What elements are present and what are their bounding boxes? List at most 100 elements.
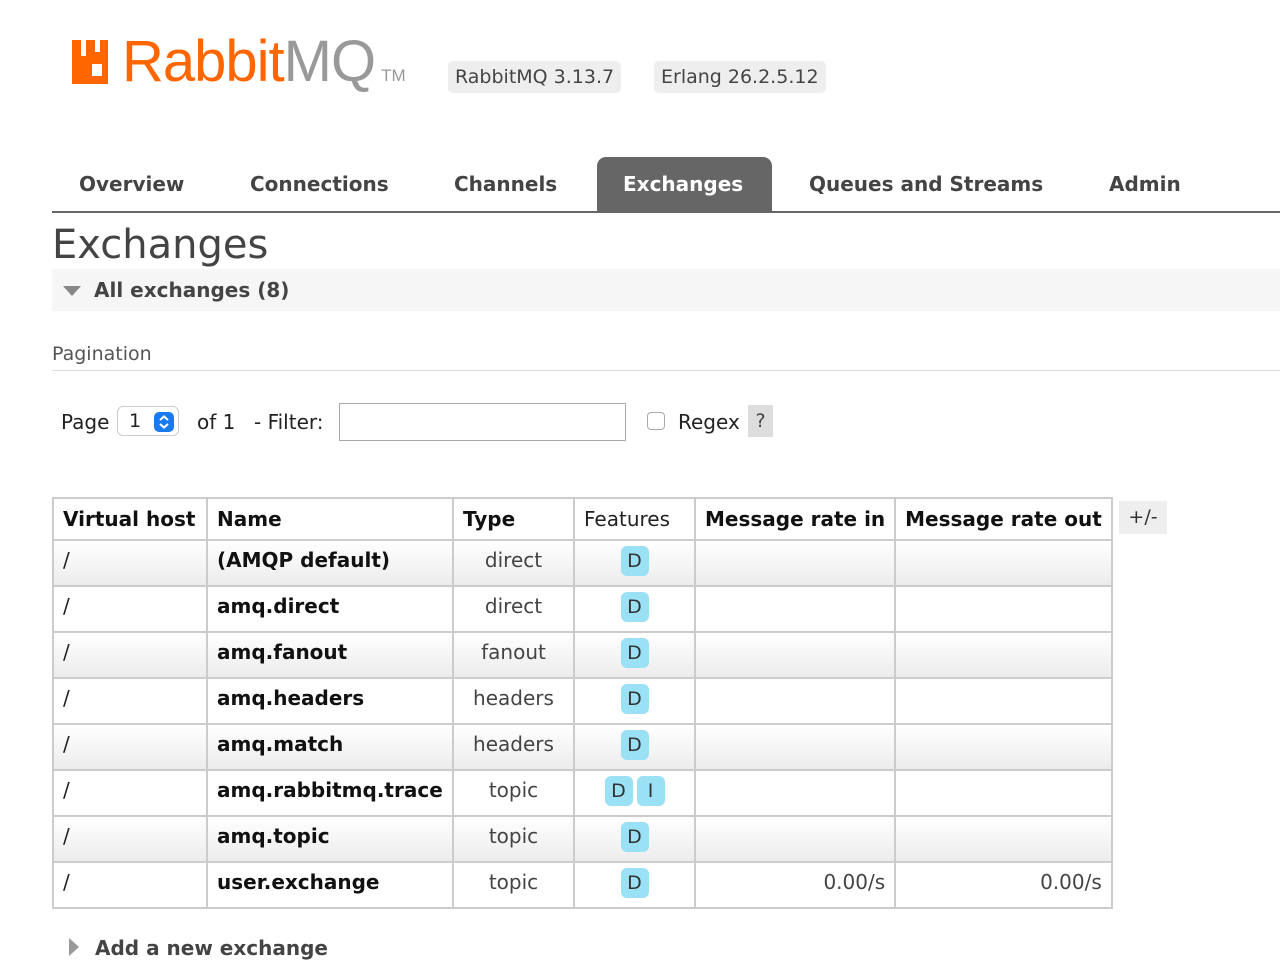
tab-queues-and-streams[interactable]: Queues and Streams xyxy=(783,157,1069,211)
exchange-name-link[interactable]: user.exchange xyxy=(206,861,454,909)
cell-features: D xyxy=(573,585,696,633)
cell-rate-in xyxy=(693,677,897,725)
exchange-name-link[interactable]: amq.topic xyxy=(206,815,454,863)
feature-badge-durable: D xyxy=(620,546,649,576)
column-header-name[interactable]: Name xyxy=(206,497,454,541)
rabbitmq-logo-icon xyxy=(72,40,108,84)
cell-vhost: / xyxy=(52,861,208,909)
cell-vhost: / xyxy=(52,723,208,771)
cell-rate-out xyxy=(894,677,1113,725)
column-header-type[interactable]: Type xyxy=(452,497,575,541)
feature-badge-durable: D xyxy=(620,638,649,668)
select-stepper-icon xyxy=(154,412,174,432)
feature-badge-durable: D xyxy=(620,822,649,852)
pagination-divider xyxy=(52,370,1280,371)
cell-rate-out xyxy=(894,815,1113,863)
feature-badge-internal: I xyxy=(636,776,665,806)
cell-vhost: / xyxy=(52,815,208,863)
exchange-name-link[interactable]: amq.headers xyxy=(206,677,454,725)
table-row[interactable]: / (AMQP default) direct D xyxy=(52,539,1113,587)
tab-exchanges[interactable]: Exchanges xyxy=(597,157,772,211)
cell-rate-out xyxy=(894,539,1113,587)
cell-vhost: / xyxy=(52,585,208,633)
filter-input[interactable] xyxy=(339,403,626,441)
feature-badge-durable: D xyxy=(620,592,649,622)
cell-features: D xyxy=(573,861,696,909)
cell-rate-out xyxy=(894,769,1113,817)
cell-type: topic xyxy=(452,815,575,863)
cell-type: topic xyxy=(452,861,575,909)
cell-type: headers xyxy=(452,723,575,771)
feature-badge-durable: D xyxy=(620,684,649,714)
cell-type: headers xyxy=(452,677,575,725)
table-row[interactable]: / amq.headers headers D xyxy=(52,677,1113,725)
cell-vhost: / xyxy=(52,631,208,679)
cell-rate-in xyxy=(693,815,897,863)
collapse-triangle-icon[interactable] xyxy=(63,286,81,296)
cell-rate-in xyxy=(693,723,897,771)
expand-triangle-icon[interactable] xyxy=(69,938,79,956)
cell-rate-in xyxy=(693,539,897,587)
cell-features: D xyxy=(573,815,696,863)
tab-admin[interactable]: Admin xyxy=(1083,157,1207,211)
cell-features: D xyxy=(573,723,696,771)
exchanges-table: Virtual host Name Type Features Message … xyxy=(52,497,1113,909)
table-header-row: Virtual host Name Type Features Message … xyxy=(52,497,1113,541)
cell-type: fanout xyxy=(452,631,575,679)
cell-type: topic xyxy=(452,769,575,817)
column-toggle-button[interactable]: +/- xyxy=(1119,501,1167,534)
exchange-name-link[interactable]: (AMQP default) xyxy=(206,539,454,587)
cell-features: D xyxy=(573,631,696,679)
exchange-name-link[interactable]: amq.direct xyxy=(206,585,454,633)
exchange-name-link[interactable]: amq.match xyxy=(206,723,454,771)
logo-text-rabbit: Rabbit xyxy=(122,29,285,94)
table-row[interactable]: / amq.direct direct D xyxy=(52,585,1113,633)
filter-label: - Filter: xyxy=(254,410,324,434)
page-select[interactable]: 1 xyxy=(117,406,179,436)
cell-vhost: / xyxy=(52,677,208,725)
cell-rate-out xyxy=(894,585,1113,633)
regex-help-button[interactable]: ? xyxy=(748,405,773,437)
rabbitmq-version-badge: RabbitMQ 3.13.7 xyxy=(448,61,622,93)
exchange-name-link[interactable]: amq.rabbitmq.trace xyxy=(206,769,454,817)
regex-checkbox[interactable] xyxy=(647,412,665,430)
cell-type: direct xyxy=(452,539,575,587)
cell-type: direct xyxy=(452,585,575,633)
table-row[interactable]: / amq.rabbitmq.trace topic DI xyxy=(52,769,1113,817)
cell-features: D xyxy=(573,539,696,587)
regex-label: Regex xyxy=(678,410,740,434)
main-tabs: Overview Connections Channels Exchanges … xyxy=(52,157,1280,213)
all-exchanges-title: All exchanges (8) xyxy=(94,278,290,302)
tab-overview[interactable]: Overview xyxy=(53,157,210,211)
page-count-label: of 1 xyxy=(197,410,236,434)
table-row[interactable]: / user.exchange topic D 0.00/s 0.00/s xyxy=(52,861,1113,909)
table-row[interactable]: / amq.match headers D xyxy=(52,723,1113,771)
column-header-features: Features xyxy=(573,497,696,541)
page-label: Page xyxy=(61,410,110,434)
page-select-value: 1 xyxy=(129,410,142,432)
tab-channels[interactable]: Channels xyxy=(428,157,583,211)
feature-badge-durable: D xyxy=(620,730,649,760)
cell-rate-in xyxy=(693,585,897,633)
all-exchanges-section-header[interactable]: All exchanges (8) xyxy=(52,269,1280,311)
cell-rate-in xyxy=(693,769,897,817)
logo-trademark: TM xyxy=(381,66,406,85)
feature-badge-durable: D xyxy=(604,776,633,806)
rabbitmq-logo[interactable]: Rabbit MQ TM xyxy=(70,29,406,94)
cell-vhost: / xyxy=(52,769,208,817)
erlang-version-badge: Erlang 26.2.5.12 xyxy=(654,61,826,93)
exchange-name-link[interactable]: amq.fanout xyxy=(206,631,454,679)
table-row[interactable]: / amq.topic topic D xyxy=(52,815,1113,863)
add-exchange-section-header[interactable]: Add a new exchange xyxy=(95,934,328,962)
cell-rate-in: 0.00/s xyxy=(693,861,897,909)
table-row[interactable]: / amq.fanout fanout D xyxy=(52,631,1113,679)
page-title: Exchanges xyxy=(52,222,269,268)
pagination-heading: Pagination xyxy=(52,343,152,365)
feature-badge-durable: D xyxy=(620,868,649,898)
cell-rate-in xyxy=(693,631,897,679)
cell-rate-out xyxy=(894,723,1113,771)
column-header-virtual-host[interactable]: Virtual host xyxy=(52,497,208,541)
column-header-message-rate-out[interactable]: Message rate out xyxy=(894,497,1113,541)
tab-connections[interactable]: Connections xyxy=(224,157,415,211)
column-header-message-rate-in[interactable]: Message rate in xyxy=(693,497,897,541)
